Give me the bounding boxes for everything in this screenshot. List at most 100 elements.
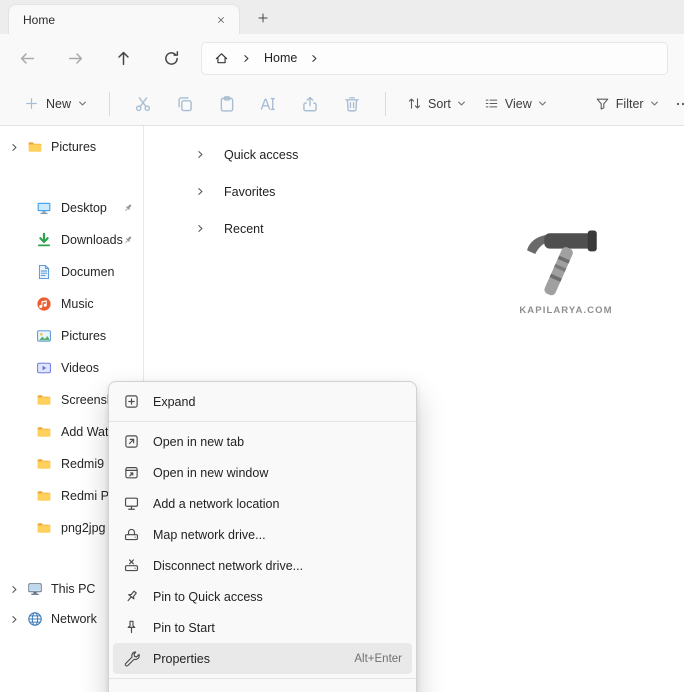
watermark: KAPILARYA.COM: [502, 226, 630, 316]
chevron-right-icon[interactable]: [196, 187, 205, 196]
sidebar-item-label: This PC: [51, 582, 95, 596]
menu-item-label: Pin to Quick access: [153, 590, 263, 604]
sidebar-item-videos[interactable]: Videos: [0, 352, 143, 384]
chevron-right-icon[interactable]: [10, 585, 19, 594]
view-icon: [484, 96, 499, 111]
filter-label: Filter: [616, 97, 644, 111]
paste-button[interactable]: [206, 87, 248, 121]
sidebar-item-label: png2jpg: [61, 521, 106, 535]
menu-item-label: Add a network location: [153, 497, 279, 511]
cut-button[interactable]: [122, 87, 164, 121]
back-arrow-icon: [19, 50, 36, 67]
tab-bar: Home: [0, 0, 684, 34]
music-icon: [36, 296, 52, 312]
sidebar-item-label: Music: [61, 297, 94, 311]
sidebar-item-label: Downloads: [61, 233, 123, 247]
videos-icon: [36, 360, 52, 376]
chevron-down-icon: [457, 99, 466, 108]
folder-icon: [36, 392, 52, 408]
meatball-menu-icon: [675, 96, 684, 112]
new-button[interactable]: New: [14, 87, 97, 121]
more-options-button[interactable]: [668, 87, 684, 121]
refresh-button[interactable]: [153, 40, 189, 76]
folder-icon: [36, 424, 52, 440]
sidebar-item-label: Redmi9: [61, 457, 104, 471]
home-icon: [214, 51, 229, 66]
chevron-down-icon: [650, 99, 659, 108]
chevron-right-icon[interactable]: [196, 150, 205, 159]
documents-icon: [36, 264, 52, 280]
menu-item-open-new-window[interactable]: Open in new window: [113, 457, 412, 488]
menu-item-properties[interactable]: Properties Alt+Enter: [113, 643, 412, 674]
close-icon: [216, 15, 226, 25]
copy-icon: [176, 95, 194, 113]
section-favorites[interactable]: Favorites: [196, 173, 684, 210]
menu-item-map-network-drive[interactable]: Map network drive...: [113, 519, 412, 550]
section-label: Quick access: [224, 148, 298, 162]
section-label: Favorites: [224, 185, 275, 199]
pin-icon: [123, 619, 140, 636]
disconnect-network-drive-icon: [123, 557, 140, 574]
sidebar-item-pictures[interactable]: Pictures: [0, 320, 143, 352]
toolbar-separator: [385, 92, 386, 116]
menu-item-add-network-location[interactable]: Add a network location: [113, 488, 412, 519]
share-button[interactable]: [289, 87, 331, 121]
sidebar-item-music[interactable]: Music: [0, 288, 143, 320]
rename-icon: [259, 95, 277, 113]
new-button-label: New: [46, 97, 71, 111]
forward-arrow-icon: [67, 50, 84, 67]
sidebar-item-label: Pictures: [51, 140, 96, 154]
forward-button[interactable]: [57, 40, 93, 76]
menu-item-expand[interactable]: Expand: [113, 386, 412, 417]
desktop-icon: [36, 200, 52, 216]
sidebar-item-documents[interactable]: Documen: [0, 256, 143, 288]
filter-button[interactable]: Filter: [586, 87, 668, 121]
chevron-right-icon[interactable]: [10, 615, 19, 624]
pictures-icon: [36, 328, 52, 344]
menu-item-pin-to-start[interactable]: Pin to Start: [113, 612, 412, 643]
tab-close-button[interactable]: [211, 10, 231, 30]
hammer-icon: [520, 226, 612, 302]
cut-icon: [134, 95, 152, 113]
plus-icon: [24, 96, 39, 111]
menu-item-label: Map network drive...: [153, 528, 266, 542]
view-label: View: [505, 97, 532, 111]
toolbar-separator: [109, 92, 110, 116]
section-quick-access[interactable]: Quick access: [196, 136, 684, 173]
trash-icon: [343, 95, 361, 113]
menu-item-disconnect-network-drive[interactable]: Disconnect network drive...: [113, 550, 412, 581]
address-bar[interactable]: Home: [201, 42, 668, 75]
menu-item-label: Open in new tab: [153, 435, 244, 449]
expand-icon: [123, 393, 140, 410]
view-button[interactable]: View: [475, 87, 556, 121]
file-explorer-window: Home Home: [0, 0, 684, 692]
rename-button[interactable]: [248, 87, 290, 121]
menu-item-open-new-tab[interactable]: Open in new tab: [113, 426, 412, 457]
chevron-right-icon[interactable]: [10, 143, 19, 152]
menu-item-pin-to-quick-access[interactable]: Pin to Quick access: [113, 581, 412, 612]
menu-item-label: Open in new window: [153, 466, 268, 480]
chevron-right-icon[interactable]: [196, 224, 205, 233]
new-tab-button[interactable]: [250, 5, 276, 31]
sidebar-item-label: Network: [51, 612, 97, 626]
sidebar-item-desktop[interactable]: Desktop: [0, 192, 143, 224]
command-toolbar: New Sort View: [0, 82, 684, 126]
sidebar-item-label: Videos: [61, 361, 99, 375]
back-button[interactable]: [9, 40, 45, 76]
menu-item-label: Pin to Start: [153, 621, 215, 635]
paste-icon: [218, 95, 236, 113]
wrench-icon: [123, 650, 140, 667]
folder-icon: [36, 456, 52, 472]
sidebar-item-pictures-tree[interactable]: Pictures: [0, 132, 143, 162]
menu-item-show-more-options[interactable]: Show more options: [113, 683, 412, 692]
sidebar-item-downloads[interactable]: Downloads: [0, 224, 143, 256]
breadcrumb-home[interactable]: Home: [264, 51, 297, 65]
map-network-drive-icon: [123, 526, 140, 543]
sort-icon: [407, 96, 422, 111]
tab-home[interactable]: Home: [8, 4, 240, 34]
sidebar-item-label: Desktop: [61, 201, 107, 215]
up-button[interactable]: [105, 40, 141, 76]
sort-button[interactable]: Sort: [398, 87, 475, 121]
delete-button[interactable]: [331, 87, 373, 121]
copy-button[interactable]: [164, 87, 206, 121]
